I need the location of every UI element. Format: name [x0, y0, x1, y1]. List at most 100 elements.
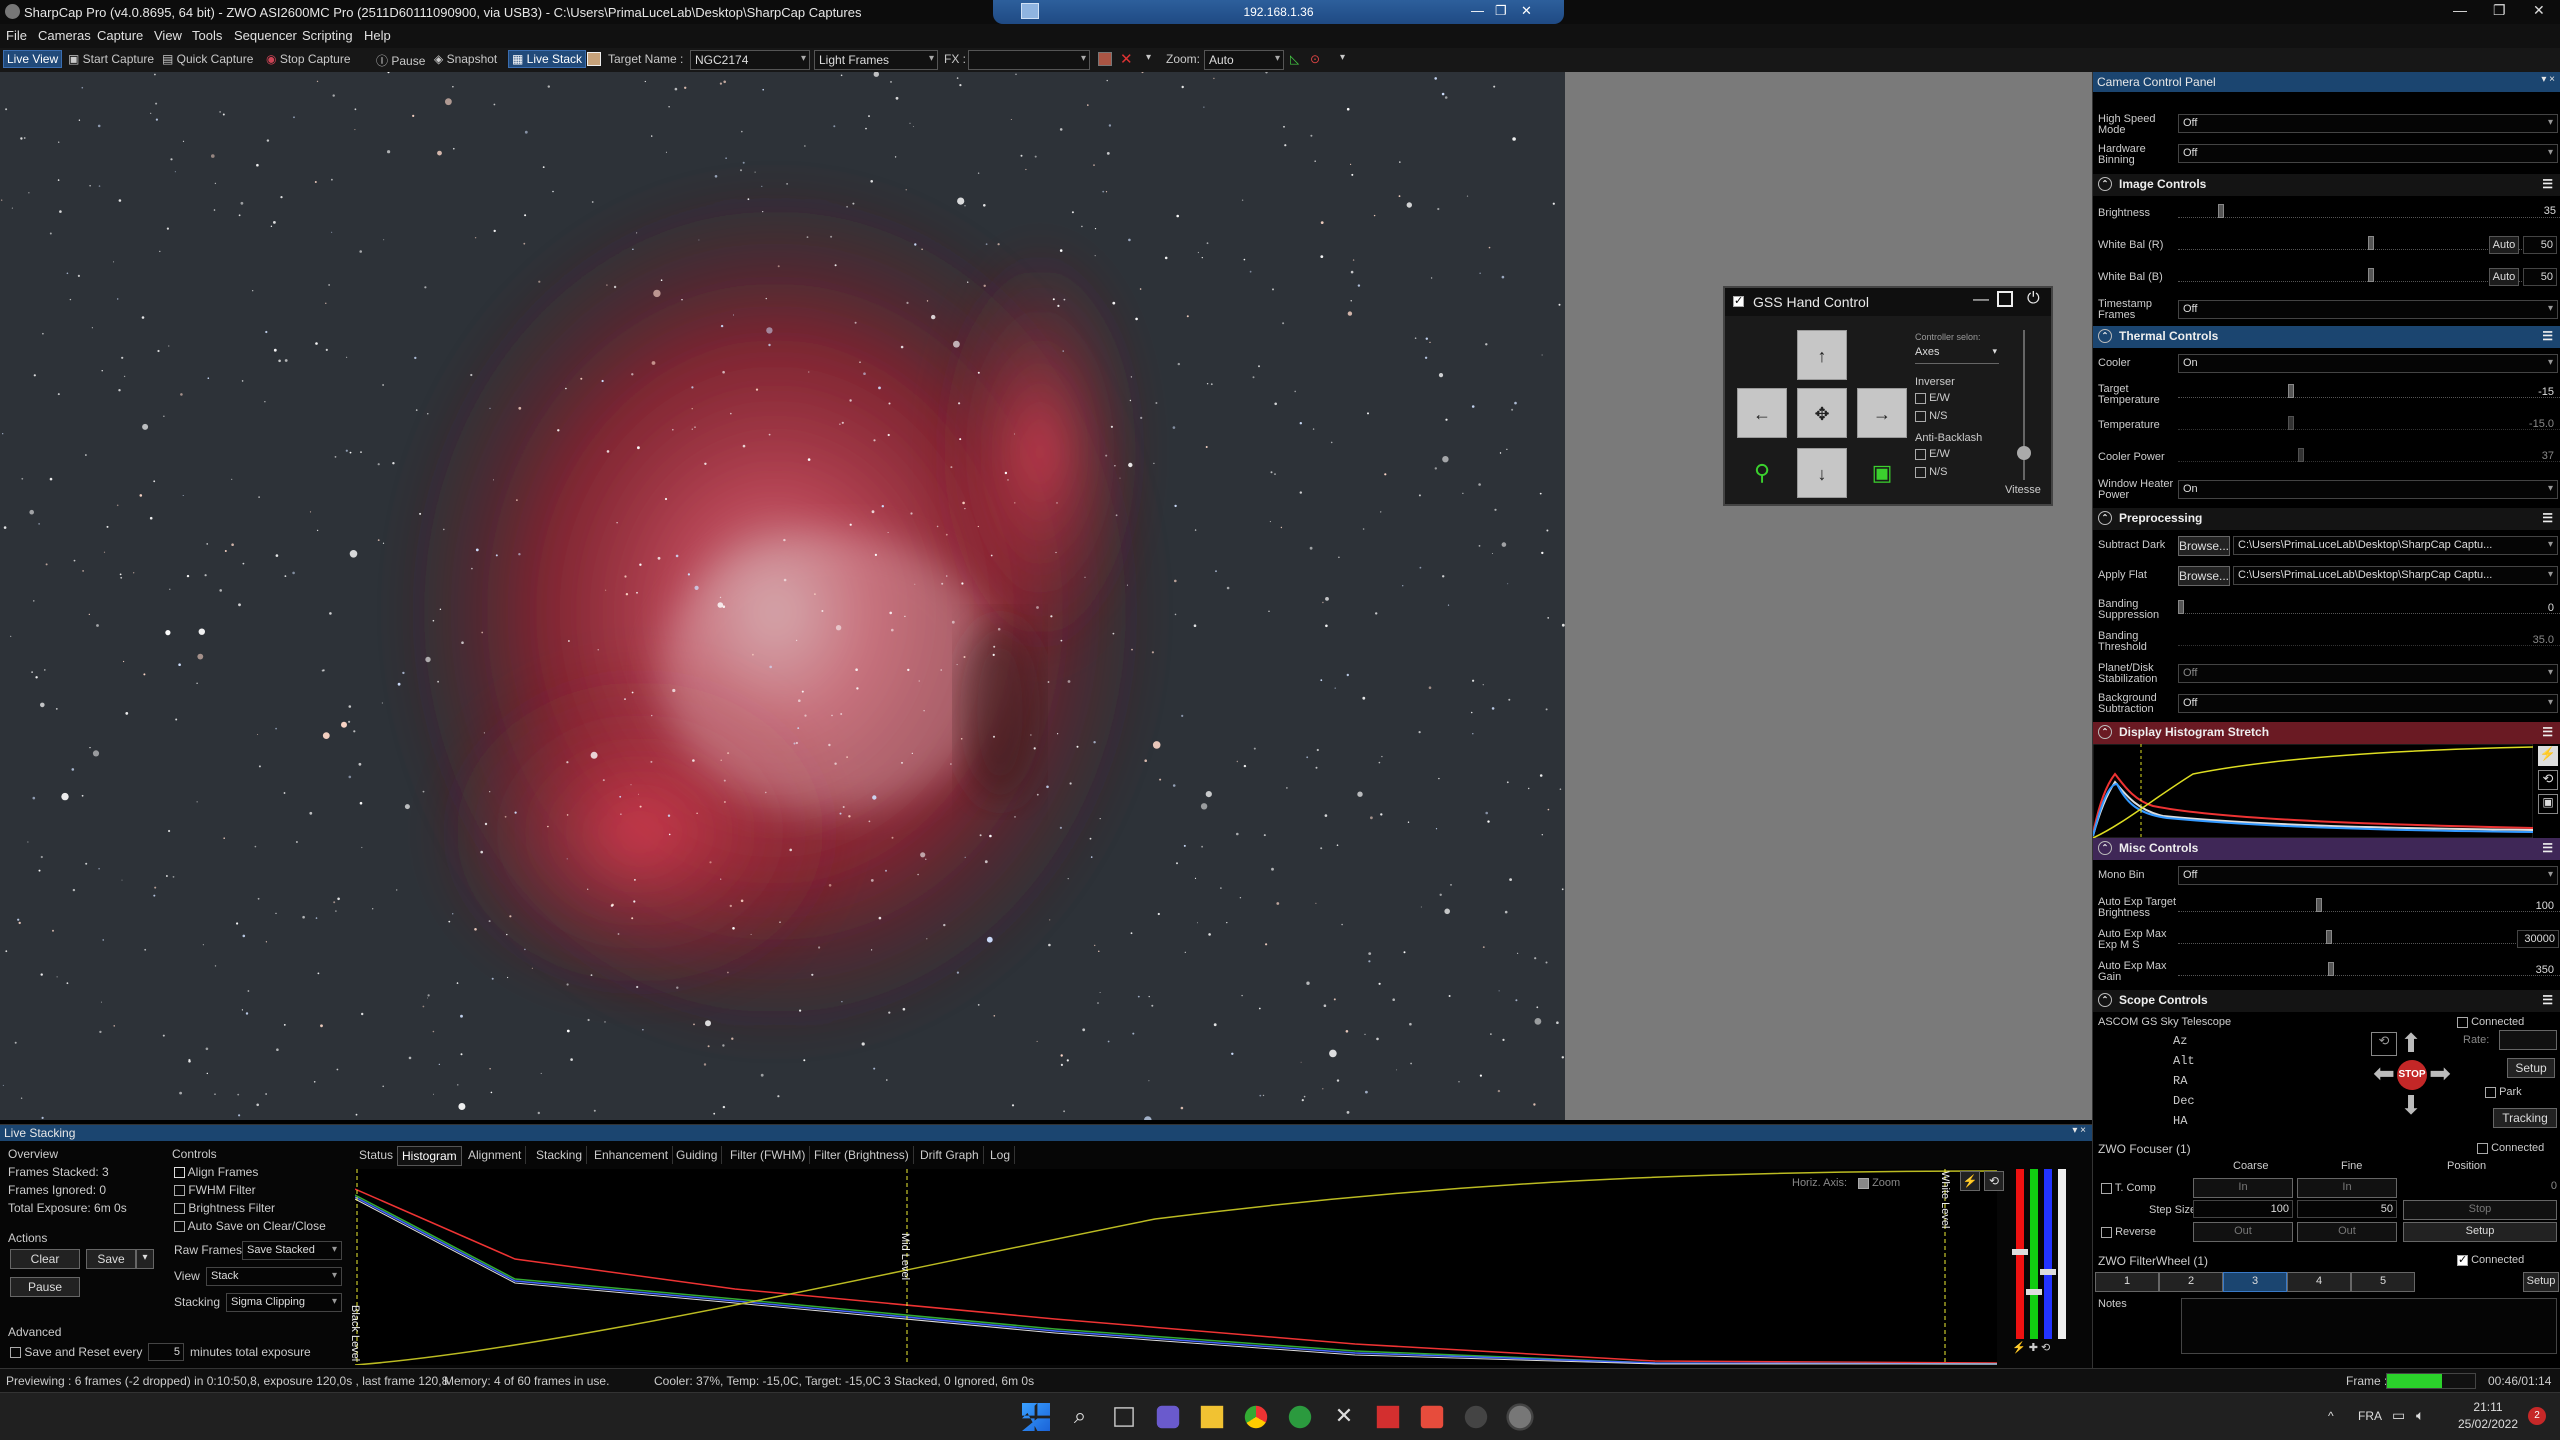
filter-slot-2[interactable]: 2 [2159, 1272, 2223, 1292]
tab-filter-brightness[interactable]: Filter (Brightness) [810, 1146, 914, 1164]
tray-date[interactable]: 25/02/2022 [2450, 1417, 2526, 1431]
gss-antibacklash-ew[interactable]: E/W [1915, 448, 1950, 460]
blue-level-knob[interactable] [2040, 1269, 2056, 1275]
stretch-reset-icon[interactable]: ⟲ [2538, 770, 2558, 790]
gss-inverse-ew[interactable]: E/W [1915, 392, 1950, 404]
section-preprocessing[interactable]: ⌃ Preprocessing ☰ [2093, 508, 2560, 530]
menu-scripting[interactable]: Scripting [302, 28, 353, 43]
scope-goto-icon[interactable]: ⟲ [2371, 1032, 2397, 1056]
gss-maximize-icon[interactable] [1997, 291, 2013, 307]
banding-thr-value[interactable]: 35.0 [2503, 632, 2557, 650]
dark-path-select[interactable]: C:\Users\PrimaLuceLab\Desktop\SharpCap C… [2233, 536, 2558, 555]
menu-icon[interactable]: ☰ [2542, 511, 2553, 525]
zoom-select[interactable]: Auto [1204, 50, 1284, 70]
minutes-input[interactable]: 5 [148, 1343, 184, 1361]
menu-sequencer[interactable]: Sequencer [234, 28, 297, 43]
focuser-coarse-in-button[interactable]: In [2193, 1178, 2293, 1198]
blue-level-bar[interactable] [2044, 1169, 2052, 1339]
filter-slot-1[interactable]: 1 [2095, 1272, 2159, 1292]
wb-r-auto-button[interactable]: Auto [2489, 236, 2519, 254]
live-stacking-close-icon[interactable]: ▾ × [2072, 1125, 2086, 1136]
menu-cameras[interactable]: Cameras [38, 28, 91, 43]
chrome-icon[interactable] [1244, 1405, 1268, 1429]
high-speed-select[interactable]: Off [2178, 114, 2558, 133]
gss-speed-knob[interactable] [2017, 446, 2031, 460]
scope-park-checkbox[interactable]: Park [2485, 1086, 2522, 1098]
gss-power-icon[interactable]: ⏻ [2027, 290, 2040, 308]
raw-frames-select[interactable]: Save Stacked [242, 1241, 342, 1260]
stack-histogram[interactable] [355, 1169, 1997, 1365]
wb-b-value[interactable]: 50 [2523, 268, 2557, 286]
histogram-icon[interactable]: ◺ [1290, 52, 1299, 66]
tab-log[interactable]: Log [986, 1146, 1016, 1164]
start-capture-button[interactable]: ▣ Start Capture [68, 52, 154, 66]
auto-save-checkbox[interactable]: Auto Save on Clear/Close [174, 1219, 326, 1233]
stretch-auto-icon[interactable]: ⚡ [2538, 746, 2558, 766]
collapse-icon[interactable]: ⌃ [2098, 329, 2112, 343]
zoom-checkbox[interactable]: Zoom [1858, 1177, 1900, 1189]
restore-icon[interactable]: ❐ [2493, 2, 2506, 19]
frame-type-select[interactable]: Light Frames [814, 50, 938, 70]
mono-bin-select[interactable]: Off [2178, 866, 2558, 885]
ae-max-exp-slider[interactable] [2178, 930, 2558, 944]
red-app-icon[interactable] [1376, 1405, 1400, 1429]
section-histogram-stretch[interactable]: ⌃ Display Histogram Stretch ☰ [2093, 722, 2560, 744]
dark-browse-button[interactable]: Browse... [2178, 536, 2230, 556]
filter-slot-3[interactable]: 3 [2223, 1272, 2287, 1292]
collapse-icon[interactable]: ⌃ [2098, 177, 2112, 191]
focuser-coarse-step[interactable]: 100 [2193, 1200, 2293, 1218]
tray-time[interactable]: 21:11 [2458, 1400, 2518, 1414]
hardware-binning-select[interactable]: Off [2178, 144, 2558, 163]
section-scope-controls[interactable]: ⌃ Scope Controls ☰ [2093, 990, 2560, 1012]
fx-settings-icon[interactable] [1098, 52, 1112, 66]
chat-icon[interactable] [1156, 1405, 1180, 1429]
remote-minimize-icon[interactable]: — [1471, 3, 1484, 18]
gss-enable-checkbox[interactable] [1733, 294, 1744, 307]
focuser-tcomp-checkbox[interactable]: T. Comp [2101, 1182, 2156, 1194]
menu-icon[interactable]: ☰ [2542, 177, 2553, 191]
collapse-icon[interactable]: ⌃ [2098, 841, 2112, 855]
ae-max-exp-value[interactable]: 30000 [2517, 930, 2559, 948]
red-level-knob[interactable] [2012, 1249, 2028, 1255]
remote-restore-icon[interactable]: ❐ [1495, 3, 1507, 19]
notes-textarea[interactable] [2181, 1298, 2557, 1354]
background-sub-select[interactable]: Off [2178, 694, 2558, 713]
level-lock-icon[interactable]: ⚡ ✚ ⟲ [2012, 1341, 2050, 1354]
hist-auto-icon[interactable]: ⚡ [1960, 1171, 1980, 1191]
reticle-icon[interactable]: ⊙ [1310, 52, 1320, 66]
tray-chevron-icon[interactable]: ^ [2328, 1409, 2334, 1423]
gear-app-icon[interactable] [1420, 1405, 1444, 1429]
pause-button[interactable]: Ⓘ Pause [376, 52, 425, 69]
live-stack-button[interactable]: ▦ Live Stack [508, 50, 587, 68]
tab-status[interactable]: Status [355, 1146, 399, 1164]
network-icon[interactable]: ▭ [2392, 1407, 2405, 1424]
brightness-value[interactable]: 35 [2505, 203, 2559, 221]
menu-file[interactable]: File [6, 28, 27, 43]
rgb-level-sliders[interactable]: ⚡ ✚ ⟲ [2012, 1169, 2072, 1359]
collapse-icon[interactable]: ⌃ [2098, 725, 2112, 739]
x-app-icon[interactable]: ✕ [1330, 1403, 1358, 1431]
focuser-reverse-checkbox[interactable]: Reverse [2101, 1226, 2156, 1238]
filter-slot-4[interactable]: 4 [2287, 1272, 2351, 1292]
pause-stack-button[interactable]: Pause [10, 1277, 80, 1297]
close-icon[interactable]: ✕ [2533, 2, 2545, 19]
snapshot-button[interactable]: ◈ Snapshot [434, 52, 497, 66]
tab-filter-fwhm[interactable]: Filter (FWHM) [726, 1146, 811, 1164]
fwhm-filter-checkbox[interactable]: FWHM Filter [174, 1183, 256, 1197]
gss-down-button[interactable]: ↓ [1797, 448, 1847, 498]
volume-icon[interactable]: 🔈︎ [2416, 1407, 2424, 1424]
banding-supp-value[interactable]: 0 [2503, 600, 2557, 618]
scope-stop-button[interactable]: STOP [2397, 1060, 2427, 1090]
start-icon[interactable] [1022, 1403, 1050, 1431]
target-temp-value[interactable]: -15 [2503, 384, 2557, 402]
section-thermal-controls[interactable]: ⌃ Thermal Controls ☰ [2093, 326, 2560, 348]
tab-enhancement[interactable]: Enhancement [590, 1146, 674, 1164]
focuser-setup-button[interactable]: Setup [2403, 1222, 2557, 1242]
stop-capture-button[interactable]: ◉ Stop Capture [266, 52, 351, 66]
tab-histogram[interactable]: Histogram [397, 1146, 462, 1166]
scope-rate-select[interactable] [2499, 1030, 2557, 1050]
filter-slot-5[interactable]: 5 [2351, 1272, 2415, 1292]
remote-close-icon[interactable]: ✕ [1521, 3, 1532, 19]
panel-pin-icon[interactable]: ▾ × [2541, 74, 2555, 85]
save-dropdown-icon[interactable]: ▾ [136, 1249, 154, 1269]
